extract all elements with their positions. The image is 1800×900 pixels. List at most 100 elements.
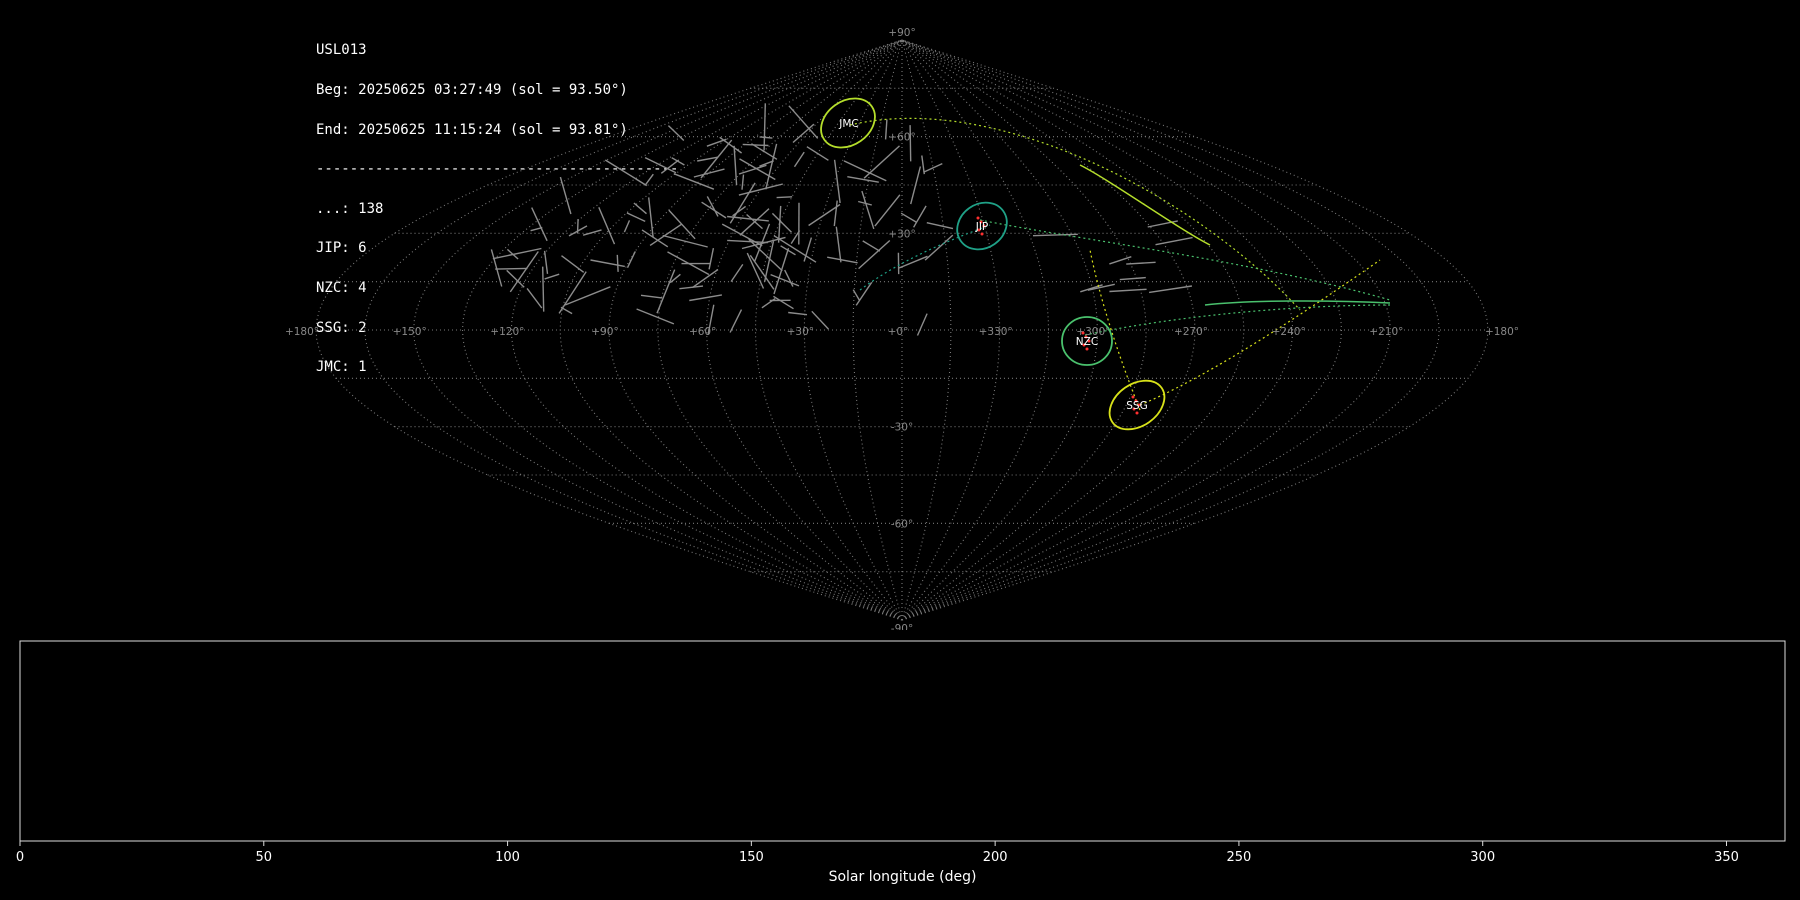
meteor-trail <box>636 308 675 325</box>
association-arc <box>979 219 1391 301</box>
meteor-trail <box>641 229 669 248</box>
meteor-trail <box>1032 233 1078 237</box>
meteor-trail <box>792 123 815 144</box>
x-tick-label: 0 <box>16 850 24 865</box>
meteor-trail <box>770 273 800 287</box>
meteor-trail <box>582 229 602 236</box>
latitude-label: -60° <box>891 518 913 530</box>
meteor-trail <box>626 251 636 269</box>
x-tick-label: 350 <box>1714 850 1739 865</box>
latitude-label: +90° <box>888 27 915 39</box>
meteor-trail <box>633 202 647 215</box>
meteor-trail <box>763 103 766 151</box>
x-axis-label: Solar longitude (deg) <box>829 869 977 885</box>
meteor-trail <box>701 201 727 219</box>
x-axis: 0 50 100 150 200 250 300 350 Solar longitude (de… <box>16 841 1739 885</box>
meteor-trail <box>852 289 860 301</box>
radiant-label: NZC <box>1076 336 1098 348</box>
meteor-trail <box>558 271 587 314</box>
meteor-trail <box>495 267 528 270</box>
meteor-trail <box>730 264 744 282</box>
meteor-trail <box>741 174 745 190</box>
meteor-trail <box>708 247 715 270</box>
meteor-trail <box>1109 256 1132 265</box>
radiant-label: JIP <box>975 221 989 233</box>
meteor-trail <box>788 311 808 316</box>
meteor-trail <box>667 125 685 142</box>
meteor-trail <box>759 136 773 139</box>
meteor-trail <box>921 155 925 175</box>
meteor-trail <box>738 183 783 196</box>
longitude-label: +180° <box>1485 326 1519 338</box>
radiant-point <box>1081 331 1085 335</box>
meteor-trail <box>640 294 662 299</box>
meteor-trail <box>1119 276 1146 281</box>
meteor-trail <box>912 205 927 228</box>
meteor-trail <box>855 281 873 306</box>
meteor-trail <box>576 218 579 234</box>
meteor-trail <box>900 212 918 224</box>
meteor-trail <box>874 194 901 227</box>
latitude-label: +30° <box>888 228 915 240</box>
longitude-label: +270° <box>1174 326 1208 338</box>
meteor-trail <box>833 200 838 227</box>
meteor-trail <box>761 298 776 309</box>
meteor-trail <box>784 269 794 287</box>
meteor-trail <box>1109 288 1147 293</box>
meteor-trails <box>490 103 1391 411</box>
meteor-trail <box>644 173 654 186</box>
meteor-trail <box>739 208 770 236</box>
x-tick-label: 100 <box>495 850 520 865</box>
meteor-trail <box>531 207 548 242</box>
x-tick-label: 300 <box>1470 850 1495 865</box>
meteor-trail <box>544 273 560 280</box>
meteor-trail <box>590 259 625 268</box>
meteor-trail <box>509 251 539 293</box>
meteor-trail <box>923 162 943 173</box>
meteor-trail <box>776 196 793 199</box>
meteor-trail <box>673 173 715 190</box>
meteor-trail <box>598 207 616 245</box>
meteor-trail <box>811 310 830 330</box>
meteor-trail <box>847 176 879 183</box>
meteor-trail <box>490 249 503 287</box>
longitude-label: +90° <box>591 326 618 338</box>
meteor-trail <box>662 234 708 248</box>
meteor-trail <box>604 159 648 187</box>
x-tick-label: 250 <box>1227 850 1252 865</box>
meteor-trail <box>773 235 817 263</box>
meteor-trail <box>827 256 858 264</box>
meteor-trail <box>884 119 888 140</box>
meteor-trail <box>559 176 572 215</box>
meteor-trail <box>530 226 543 232</box>
meteor-trail <box>626 212 646 223</box>
longitude-label: +330° <box>979 326 1013 338</box>
meteor-trail <box>543 250 549 274</box>
meteor-trail <box>656 269 676 314</box>
longitude-label: +0° <box>888 326 909 338</box>
meteor-trail <box>564 286 611 306</box>
sky-map: +180° +150° +120° +90° +60° +30° +0° +330° +300°… <box>285 27 1519 630</box>
longitude-label: +60° <box>689 326 716 338</box>
latitude-label: +60° <box>888 132 915 144</box>
latitude-label: -30° <box>891 422 913 434</box>
meteor-trail <box>861 190 875 230</box>
meteor-trail <box>924 234 954 261</box>
meteor-trail <box>916 313 928 336</box>
meteor-trail <box>526 287 543 309</box>
meteor-trail <box>806 146 829 161</box>
longitude-label: +180° <box>285 326 319 338</box>
x-tick-label: 200 <box>983 850 1008 865</box>
shower-timeline: APRMAYJUNJULAUGSEPOCTNOVDECJANFEBMAR KSF… <box>16 640 1786 885</box>
longitude-label: +240° <box>1272 326 1306 338</box>
meteor-trail <box>689 294 723 302</box>
radiant-label: JMC <box>838 118 859 130</box>
longitude-label: +210° <box>1369 326 1403 338</box>
meteor-trail <box>773 247 790 295</box>
meteor-trail <box>793 151 805 168</box>
meteor-trail <box>1155 236 1193 246</box>
radiant-point <box>976 216 980 220</box>
meteor-trail <box>693 168 725 178</box>
x-tick-label: 150 <box>739 850 764 865</box>
meteor-trail <box>833 159 841 204</box>
